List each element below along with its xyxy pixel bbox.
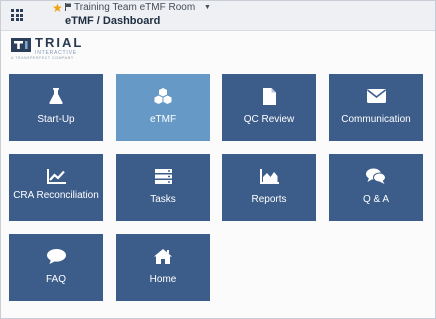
tile-reports[interactable]: Reports <box>222 154 316 221</box>
tile-label: Start-Up <box>37 114 75 125</box>
server-icon <box>116 167 210 185</box>
tile-label: CRA Reconciliation <box>13 190 99 201</box>
flask-icon <box>9 87 103 105</box>
line-chart-icon <box>9 167 103 185</box>
tile-label: Tasks <box>150 194 176 205</box>
tile-label: Communication <box>341 114 411 125</box>
tile-label: Q & A <box>362 194 390 205</box>
tile-label: eTMF <box>149 114 177 125</box>
tile-start-up[interactable]: Start-Up <box>9 74 103 141</box>
tile-faq[interactable]: FAQ <box>9 234 103 301</box>
tile-tasks[interactable]: Tasks <box>116 154 210 221</box>
dashboard-tiles: Start-Up eTMF QC Review Communication CR… <box>0 0 436 319</box>
home-icon <box>116 247 210 265</box>
tile-home[interactable]: Home <box>116 234 210 301</box>
area-chart-icon <box>222 167 316 185</box>
file-icon <box>222 87 316 105</box>
tile-label: FAQ <box>45 274 66 285</box>
tile-cra-reconciliation[interactable]: CRA Reconciliation <box>9 154 103 221</box>
tile-label: Reports <box>251 194 287 205</box>
comments-icon <box>329 167 423 185</box>
tile-label: Home <box>149 274 177 285</box>
tile-qc-review[interactable]: QC Review <box>222 74 316 141</box>
tile-label: QC Review <box>243 114 295 125</box>
envelope-icon <box>329 87 423 105</box>
comment-icon <box>9 247 103 265</box>
tile-q-and-a[interactable]: Q & A <box>329 154 423 221</box>
tile-etmf[interactable]: eTMF <box>116 74 210 141</box>
cubes-icon <box>116 87 210 105</box>
tile-communication[interactable]: Communication <box>329 74 423 141</box>
